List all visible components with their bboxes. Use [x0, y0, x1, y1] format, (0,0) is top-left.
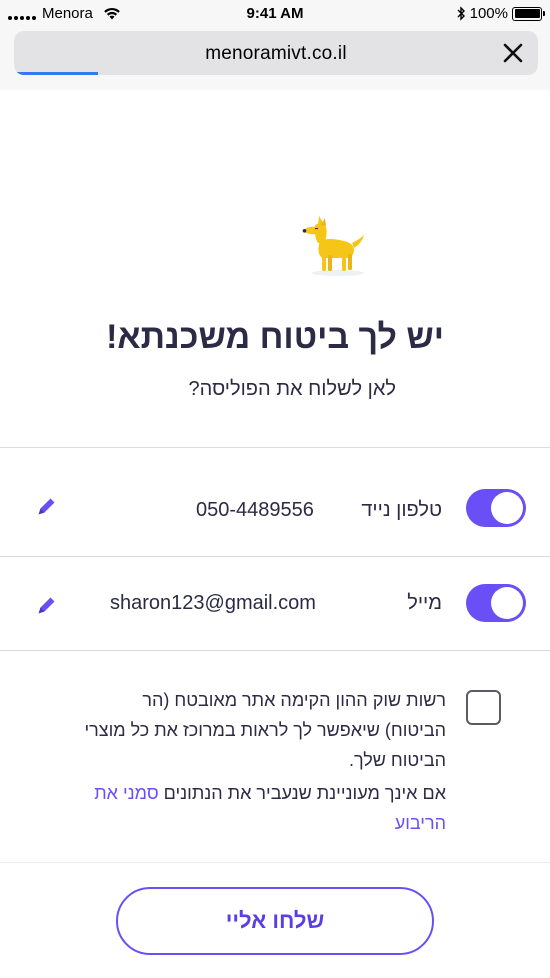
url-text[interactable]: menoramivt.co.il: [14, 43, 538, 65]
battery-percent: 100%: [469, 5, 508, 22]
close-icon[interactable]: [500, 40, 526, 66]
pencil-icon[interactable]: [36, 495, 58, 517]
consent-note: אם אינך מעוניינת שנעביר את הנתונים סמני …: [78, 778, 446, 838]
consent-checkbox[interactable]: [466, 690, 501, 725]
consent-text: רשות שוק ההון הקימה אתר מאובטח (הר הביטו…: [84, 690, 446, 770]
browser-toolbar: menoramivt.co.il: [0, 28, 550, 90]
battery-icon: [512, 6, 545, 21]
divider: [0, 862, 550, 863]
contact-row-email: מייל sharon123@gmail.com: [0, 557, 550, 650]
phone-label: טלפון נייד: [361, 499, 442, 521]
phone-toggle[interactable]: [466, 489, 526, 527]
email-label: מייל: [407, 592, 442, 614]
address-bar[interactable]: menoramivt.co.il: [14, 31, 538, 75]
bluetooth-icon: [457, 6, 465, 21]
email-toggle[interactable]: [466, 584, 526, 622]
email-value: sharon123@gmail.com: [110, 592, 316, 614]
consent-note-text: אם אינך מעוניינת שנעביר את הנתונים: [158, 783, 446, 803]
send-button[interactable]: שלחו אליי: [116, 887, 434, 955]
page-load-progress: [14, 72, 98, 75]
phone-value: 050-4489556: [196, 499, 314, 521]
dog-icon: [302, 216, 364, 276]
pencil-icon[interactable]: [36, 594, 58, 616]
page-title: יש לך ביטוח משכנתא!: [106, 318, 444, 356]
status-right: 100%: [457, 5, 545, 22]
status-bar: Menora 9:41 AM 100%: [0, 0, 550, 28]
contact-row-phone: טלפון נייד 050-4489556: [0, 448, 550, 556]
divider: [0, 650, 550, 651]
page-subtitle: לאן לשלוח את הפוליסה?: [188, 378, 396, 400]
